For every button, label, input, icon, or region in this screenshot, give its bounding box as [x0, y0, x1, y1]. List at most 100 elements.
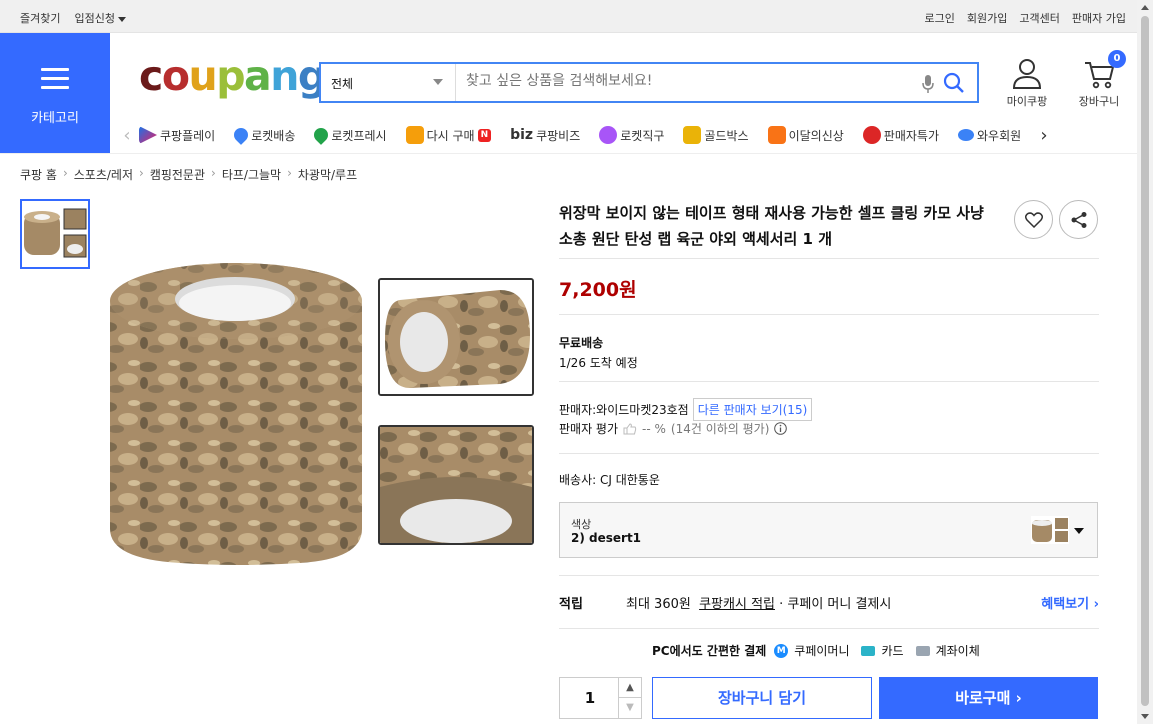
breadcrumb-item[interactable]: 차광막/루프	[298, 166, 357, 183]
chevron-right-icon: ›	[287, 166, 292, 180]
product-price: 7,200원	[559, 279, 637, 301]
product-detail-image-2[interactable]	[378, 425, 534, 545]
service-item-rebuy[interactable]: 다시 구매 N	[405, 126, 492, 144]
product-main-image[interactable]	[100, 237, 370, 577]
user-icon	[1012, 59, 1042, 89]
reward-text: 최대 360원 쿠팡캐시 적립 · 쿠페이 머니 결제시	[626, 593, 891, 612]
carrier-info: 배송사: CJ 대한통운	[559, 473, 660, 487]
logo-letter: c	[139, 52, 163, 100]
global-rocket-icon	[599, 126, 618, 144]
seller-rating: 판매자 평가 -- % (14건 이하의 평가)	[559, 420, 788, 437]
product-detail-image-1[interactable]	[378, 278, 534, 396]
service-item-seller-deal[interactable]: 판매자특가	[862, 126, 939, 144]
service-label: 와우회원	[977, 128, 1022, 143]
reward-amount: 최대 360원	[626, 597, 691, 612]
service-item-biz[interactable]: biz 쿠팡비즈	[510, 127, 580, 144]
coupang-cash-link[interactable]: 쿠팡캐시 적립	[699, 597, 775, 612]
chevron-right-icon: ›	[62, 166, 68, 180]
breadcrumb-item[interactable]: 스포츠/레저	[74, 166, 133, 183]
service-label: 골드박스	[704, 128, 749, 143]
buy-now-button[interactable]: 바로구매 ›	[879, 677, 1098, 719]
service-item-wow[interactable]: 와우회원	[958, 127, 1028, 144]
service-item-rocket[interactable]: 로켓배송	[231, 125, 296, 145]
thumbs-up-icon	[623, 422, 637, 434]
option-select[interactable]: 색상 2) desert1	[559, 502, 1098, 558]
play-icon	[139, 126, 157, 144]
bookmark-link[interactable]: 즐겨찾기	[20, 10, 60, 26]
reward-condition: · 쿠페이 머니 결제시	[779, 597, 892, 612]
search-bar: 전체	[319, 62, 979, 103]
rating-label: 판매자 평가	[559, 422, 619, 436]
breadcrumb: 쿠팡 홈 › 스포츠/레저 › 캠핑전문관 › 타프/그늘막 › 차광막/루프	[20, 166, 357, 183]
percent-icon	[862, 126, 881, 144]
product-thumbnail[interactable]	[20, 199, 90, 269]
quantity-decrease-button[interactable]: ▼	[618, 698, 641, 718]
breadcrumb-item[interactable]: 쿠팡 홈	[20, 166, 57, 183]
service-nav: ‹ 쿠팡플레이 로켓배송 로켓프레시 다시 구매 N biz 쿠팡비즈 로켓직구 골…	[115, 120, 1130, 150]
login-link[interactable]: 로그인	[925, 10, 955, 26]
my-coupang-button[interactable]: 마이쿠팡	[1003, 58, 1051, 109]
search-category-select[interactable]: 전체	[321, 64, 456, 101]
scroll-up-icon[interactable]	[1141, 5, 1149, 10]
coupang-logo[interactable]: coupang	[139, 56, 327, 97]
search-category-value: 전체	[331, 77, 354, 91]
chevron-left-icon[interactable]: ‹	[115, 125, 139, 146]
quantity-increase-button[interactable]: ▲	[618, 678, 641, 698]
category-button[interactable]: 카테고리	[0, 33, 110, 153]
add-to-cart-button[interactable]: 장바구니 담기	[652, 677, 872, 719]
payment-lead: PC에서도 간편한 결제	[652, 644, 767, 658]
search-input[interactable]	[466, 73, 916, 89]
service-item-coupangplay[interactable]: 쿠팡플레이	[139, 126, 215, 144]
vertical-scrollbar[interactable]	[1137, 0, 1153, 724]
other-sellers-button[interactable]: 다른 판매자 보기(15)	[692, 398, 813, 421]
service-label: 로켓직구	[620, 128, 665, 143]
service-label: 쿠팡플레이	[160, 128, 216, 143]
chevron-right-icon[interactable]: ›	[1032, 125, 1056, 146]
breadcrumb-item[interactable]: 타프/그늘막	[222, 166, 281, 183]
divider	[559, 628, 1099, 629]
caret-down-icon	[1074, 528, 1084, 534]
apply-link[interactable]: 입점신청	[74, 10, 126, 26]
service-item-global[interactable]: 로켓직구	[599, 126, 664, 144]
cart-label: 장바구니	[1078, 95, 1120, 108]
biz-logo: biz	[510, 127, 534, 143]
breadcrumb-item[interactable]: 캠핑전문관	[150, 166, 205, 183]
chevron-down-icon	[433, 79, 443, 85]
divider	[559, 575, 1099, 576]
signup-link[interactable]: 회원가입	[967, 10, 1007, 26]
shopping-bag-icon	[767, 126, 786, 144]
product-title: 위장막 보이지 않는 테이프 형태 재사용 가능한 셀프 클링 카모 사냥 소총…	[559, 204, 984, 248]
support-link[interactable]: 고객센터	[1019, 10, 1059, 26]
logo-letter: o	[161, 52, 190, 100]
scroll-thumb[interactable]	[1141, 16, 1149, 706]
pay-card-label: 카드	[881, 644, 904, 658]
chevron-right-icon: ›	[139, 166, 144, 180]
heart-icon	[1024, 211, 1043, 228]
logo-letter: p	[216, 52, 245, 100]
pay-bank-label: 계좌이체	[935, 644, 980, 658]
bank-icon	[915, 645, 930, 656]
new-badge: N	[477, 128, 492, 142]
share-icon	[1071, 211, 1086, 228]
microphone-icon[interactable]	[922, 74, 934, 97]
arrival-date: 1/26 도착 예정	[559, 356, 638, 370]
service-item-goldbox[interactable]: 골드박스	[683, 126, 749, 144]
header-divider	[0, 153, 1137, 154]
option-label: 색상	[571, 518, 592, 531]
share-button[interactable]	[1059, 200, 1098, 239]
caret-down-icon	[117, 16, 126, 22]
service-item-new[interactable]: 이달의신상	[767, 126, 844, 144]
seller-name[interactable]: 판매자:와이드마켓23호점	[559, 401, 689, 418]
seller-signup-link[interactable]: 판매자 가입	[1072, 10, 1126, 26]
divider	[559, 453, 1099, 454]
benefits-link[interactable]: 혜택보기 ›	[1041, 593, 1099, 612]
service-item-fresh[interactable]: 로켓프레시	[311, 125, 387, 145]
divider	[559, 314, 1099, 315]
scroll-down-icon[interactable]	[1141, 714, 1149, 719]
search-icon[interactable]	[943, 72, 965, 97]
service-label: 로켓배송	[251, 128, 296, 143]
wishlist-button[interactable]	[1014, 200, 1053, 239]
logo-letter: u	[188, 52, 217, 100]
option-swatch-image	[1031, 516, 1069, 544]
quantity-value[interactable]: 1	[560, 689, 620, 707]
